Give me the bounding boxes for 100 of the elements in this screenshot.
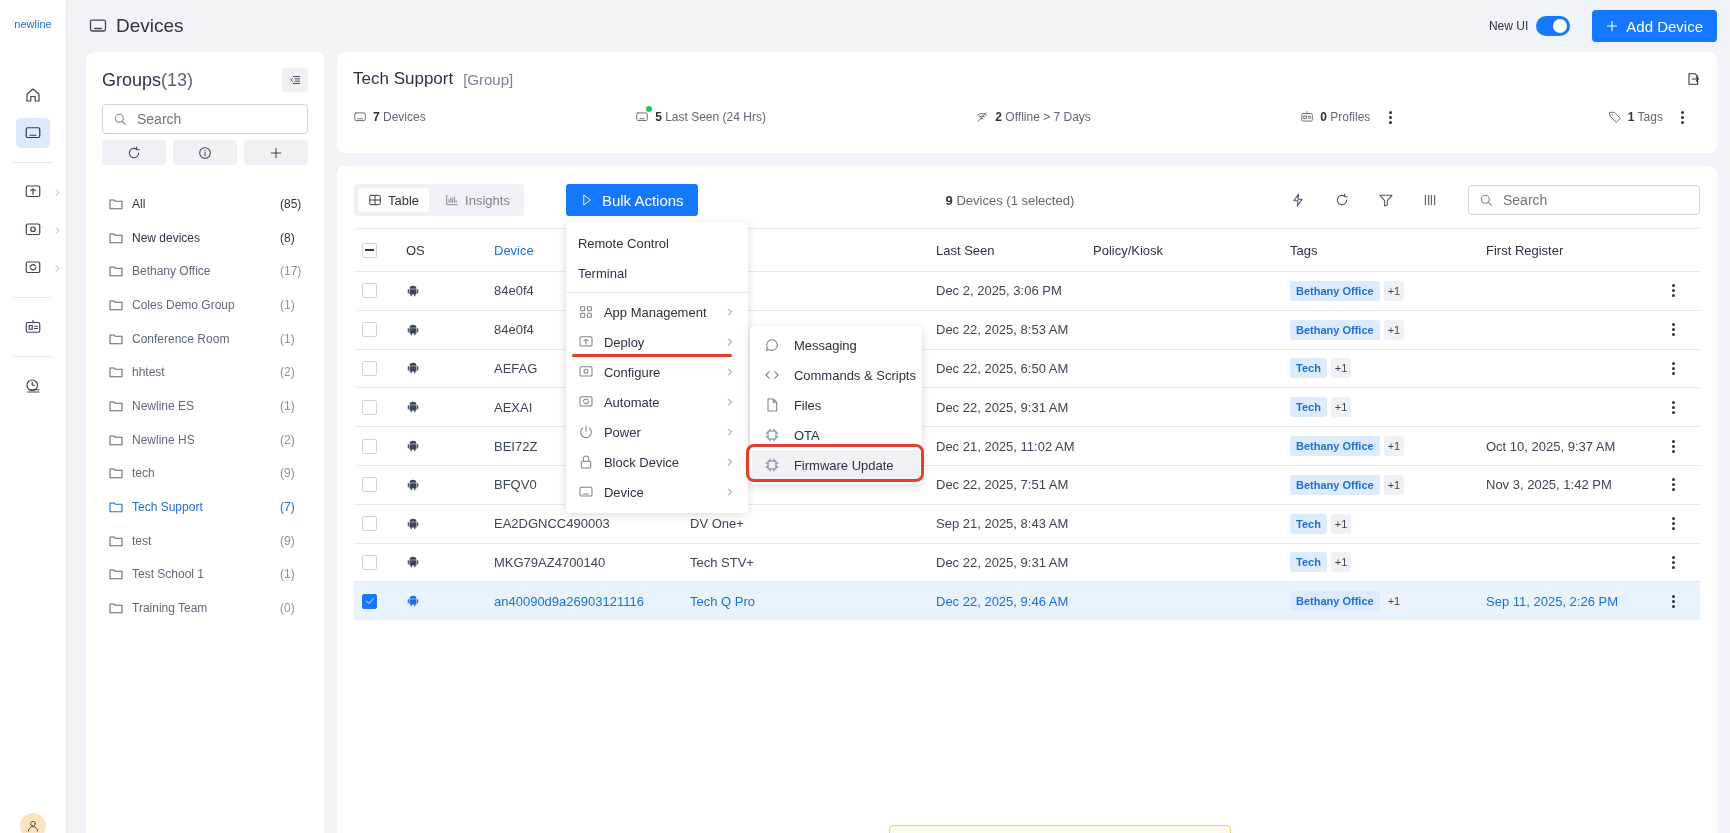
group-item[interactable]: Training Team (0) — [108, 591, 308, 625]
menu-item[interactable]: Commands & Scripts — [751, 360, 920, 390]
menu-item[interactable]: Block Device — [565, 447, 748, 477]
menu-item[interactable]: Configure — [565, 357, 748, 387]
tag-count: +1 — [1330, 358, 1352, 379]
chip-icon — [763, 457, 780, 473]
column-header[interactable]: Tags — [1290, 242, 1318, 258]
settings-screen-icon — [577, 364, 594, 380]
table-cell: AEFAG — [494, 361, 538, 376]
clock-icon — [24, 377, 42, 395]
menu-item[interactable]: Firmware Update — [751, 450, 920, 480]
group-item[interactable]: Test School 1 (1) — [108, 557, 308, 592]
search-icon — [1478, 192, 1494, 208]
group-item[interactable]: Bethany Office (17) — [108, 254, 308, 289]
group-item[interactable]: Tech Support (7) — [108, 490, 308, 524]
chat-bubble-icon — [763, 337, 780, 353]
android-icon — [406, 555, 420, 570]
column-header[interactable]: Policy/Kiosk — [1093, 242, 1164, 258]
group-item[interactable]: All (85) — [108, 187, 308, 221]
page-title: Devices — [116, 15, 184, 37]
search-field[interactable]: Search — [1468, 185, 1700, 215]
tag: Bethany Office — [1290, 474, 1380, 495]
table-cell: Dec 21, 2025, 11:02 AM — [936, 438, 1075, 454]
menu-item[interactable]: Power — [565, 417, 748, 447]
column-header[interactable]: First Register — [1486, 242, 1564, 258]
rail-button[interactable] — [16, 118, 50, 148]
tag-icon — [1607, 110, 1622, 124]
menu-item[interactable]: OTA — [751, 420, 920, 450]
android-icon — [406, 322, 420, 337]
table-cell: Sep 11, 2025, 2:26 PM — [1486, 593, 1619, 609]
tag-count: +1 — [1330, 552, 1352, 573]
android-icon — [406, 594, 420, 609]
user-icon — [26, 819, 40, 833]
android-icon — [406, 361, 420, 376]
wifi-off-icon — [975, 110, 990, 124]
toggle-switch[interactable] — [1536, 16, 1571, 36]
logo[interactable]: newline — [14, 18, 52, 30]
add-device-button[interactable]: Add Device — [1592, 10, 1717, 42]
tag: Tech — [1290, 358, 1327, 379]
group-item[interactable]: Conference Room (1) — [108, 321, 308, 356]
group-item[interactable]: hhtest (2) — [108, 355, 308, 390]
group-name: Tech Support — [353, 69, 454, 89]
chip-icon — [763, 427, 780, 443]
table-cell: MKG79AZ4700140 — [494, 554, 606, 570]
table-cell: Dec 22, 2025, 9:46 AM — [936, 593, 1069, 609]
monitor-icon — [635, 110, 650, 124]
android-icon — [406, 439, 420, 454]
deploy-icon — [577, 334, 594, 350]
table-cell: BFQV0 — [494, 477, 537, 493]
menu-item[interactable]: Files — [751, 390, 920, 420]
group-item[interactable]: Newline HS (2) — [108, 422, 308, 457]
avatar[interactable] — [20, 813, 46, 833]
group-item[interactable]: Newline ES (1) — [108, 389, 308, 423]
sync-screen-icon — [577, 394, 594, 410]
id-card-icon — [1300, 110, 1315, 124]
table-cell: an40090d9a26903121116 — [494, 593, 644, 609]
collapse-button[interactable] — [282, 68, 308, 92]
menu-item[interactable]: Device — [565, 477, 748, 507]
table-cell: Tech STV+ — [690, 554, 754, 570]
group-type: [Group] — [463, 70, 514, 88]
android-icon — [406, 477, 420, 492]
table-cell: Nov 3, 2025, 1:42 PM — [1486, 477, 1612, 493]
group-item[interactable]: New devices (8) — [108, 220, 308, 255]
menu-item[interactable]: Automate — [565, 387, 748, 417]
android-icon — [406, 400, 420, 415]
search-field[interactable]: Search — [102, 104, 308, 134]
column-header[interactable]: Last Seen — [936, 242, 995, 258]
group-item[interactable]: Coles Demo Group (1) — [108, 288, 308, 322]
group-item[interactable]: tech (9) — [108, 456, 308, 491]
refresh-icon[interactable] — [1334, 192, 1350, 208]
menu-item[interactable]: App Management — [565, 297, 748, 327]
exit-icon[interactable] — [1685, 71, 1701, 87]
bulk-actions-button[interactable]: Bulk Actions — [565, 184, 698, 216]
menu-item[interactable]: Remote Control — [565, 228, 748, 258]
info-button[interactable] — [173, 140, 237, 165]
menu-item[interactable]: Messaging — [751, 330, 920, 360]
refresh-icon — [126, 144, 142, 161]
search-icon — [112, 111, 128, 127]
filter-icon[interactable] — [1378, 192, 1394, 208]
view-tab[interactable]: Insights — [435, 188, 520, 212]
lightning-icon[interactable] — [1290, 192, 1306, 208]
tag-count: +1 — [1383, 280, 1405, 301]
column-header[interactable]: OS — [406, 242, 425, 258]
menu-item[interactable]: Terminal — [565, 258, 748, 288]
columns-icon[interactable] — [1422, 192, 1438, 208]
column-header[interactable]: Device — [494, 242, 534, 258]
tag-count: +1 — [1383, 319, 1405, 340]
tag: Bethany Office — [1290, 280, 1380, 301]
monitor-icon — [577, 484, 594, 500]
table-icon — [368, 193, 382, 207]
stat-text: 0 Profiles — [1320, 110, 1371, 124]
table-cell: AEXAI — [494, 399, 533, 415]
tag-count: +1 — [1330, 397, 1352, 418]
info-icon — [197, 144, 213, 161]
menu-item[interactable]: Deploy — [565, 327, 748, 357]
tag: Tech — [1290, 513, 1327, 534]
checkbox[interactable] — [362, 593, 377, 609]
group-item[interactable]: test (9) — [108, 523, 308, 558]
view-tab[interactable]: Table — [358, 188, 430, 212]
table-cell: 84e0f4 — [494, 322, 534, 338]
